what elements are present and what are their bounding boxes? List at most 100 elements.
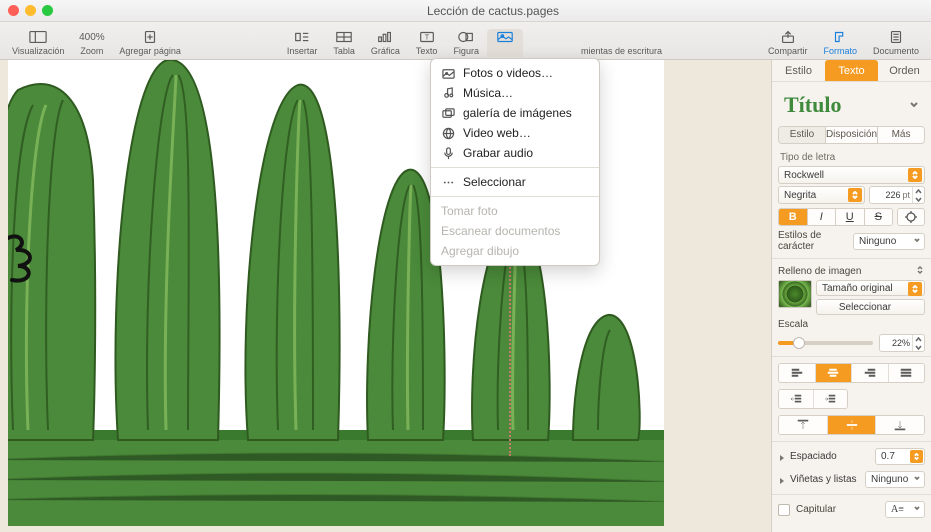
italic-button[interactable]: I xyxy=(807,209,836,225)
multimedia-dropdown-menu: Fotos o videos… Música… galería de imáge… xyxy=(430,58,600,266)
toolbar-herramientas-escritura[interactable]: mientas de escritura xyxy=(573,29,670,57)
subtab-mas[interactable]: Más xyxy=(877,127,924,143)
menu-item-escanear: Escanear documentos xyxy=(431,221,599,241)
menu-item-galeria[interactable]: galería de imágenes xyxy=(431,103,599,123)
toolbar-compartir[interactable]: Compartir xyxy=(760,29,816,57)
chevron-updown-icon[interactable] xyxy=(915,265,925,278)
zoom-window-button[interactable] xyxy=(42,5,53,16)
gallery-icon xyxy=(441,106,455,120)
menu-separator xyxy=(431,196,599,197)
font-style-segment: B I U S xyxy=(778,208,893,226)
align-right-button[interactable] xyxy=(851,364,888,382)
insert-icon xyxy=(292,29,312,45)
inspector-tabs: Estilo Texto Orden xyxy=(772,60,931,82)
chart-icon xyxy=(375,29,395,45)
minimize-window-button[interactable] xyxy=(25,5,36,16)
toolbar-label: Zoom xyxy=(80,46,103,56)
subtab-estilo[interactable]: Estilo xyxy=(779,127,825,143)
outdent-button[interactable] xyxy=(779,390,813,408)
chevron-down-icon xyxy=(913,474,921,485)
toolbar-texto[interactable]: T Texto xyxy=(408,29,446,57)
underline-button[interactable]: U xyxy=(835,209,864,225)
chevron-updown-icon xyxy=(908,282,922,296)
bullets-label: Viñetas y listas xyxy=(790,474,861,485)
fill-select-button[interactable]: Seleccionar xyxy=(816,299,925,315)
shape-icon xyxy=(456,29,476,45)
zoom-text-icon: 400% xyxy=(82,29,102,45)
inspector-tab-orden[interactable]: Orden xyxy=(878,60,931,81)
paragraph-style-selector[interactable]: Título xyxy=(776,86,927,124)
align-justify-button[interactable] xyxy=(888,364,925,382)
inspector-tab-estilo[interactable]: Estilo xyxy=(772,60,825,81)
dropcap-checkbox[interactable] xyxy=(778,504,790,516)
scale-stepper[interactable]: 22% xyxy=(879,334,925,352)
toolbar-documento[interactable]: Documento xyxy=(865,29,927,57)
format-brush-icon xyxy=(830,29,850,45)
close-window-button[interactable] xyxy=(8,5,19,16)
valign-top-button[interactable] xyxy=(779,416,827,434)
menu-item-fotos-videos[interactable]: Fotos o videos… xyxy=(431,63,599,83)
dropcap-style-select[interactable]: A≡ xyxy=(885,501,925,518)
font-family-select[interactable]: Rockwell xyxy=(778,166,925,184)
font-size-value: 226 xyxy=(870,190,902,200)
subtab-disposicion[interactable]: Disposición xyxy=(825,127,877,143)
menu-item-musica[interactable]: Música… xyxy=(431,83,599,103)
align-center-button[interactable] xyxy=(815,364,852,382)
advanced-font-button[interactable] xyxy=(897,208,925,226)
toolbar-visualizacion[interactable]: Visualización xyxy=(4,29,72,57)
chevron-updown-icon xyxy=(910,450,923,463)
triangle-right-icon xyxy=(778,476,786,484)
valign-bottom-button[interactable] xyxy=(875,416,924,434)
toolbar-tabla[interactable]: Tabla xyxy=(325,29,363,57)
menu-item-grabar-audio[interactable]: Grabar audio xyxy=(431,143,599,163)
bold-button[interactable]: B xyxy=(779,209,807,225)
dropcap-label: Capitular xyxy=(796,504,879,515)
fill-select-label: Seleccionar xyxy=(839,302,891,313)
menu-label: Video web… xyxy=(463,126,531,140)
toolbar-multimedia[interactable]: M xyxy=(487,29,523,57)
font-weight-select[interactable]: Negrita xyxy=(778,186,865,204)
table-icon xyxy=(334,29,354,45)
fill-mode-select[interactable]: Tamaño original xyxy=(816,280,925,296)
menu-label: Agregar dibujo xyxy=(441,244,519,258)
toolbar-formato[interactable]: Formato xyxy=(815,29,865,57)
toolbar-label: Figura xyxy=(453,46,479,56)
toolbar-insertar[interactable]: Insertar xyxy=(279,29,326,57)
toolbar-label: Gráfica xyxy=(371,46,400,56)
share-icon xyxy=(778,29,798,45)
toolbar-zoom[interactable]: 400% Zoom xyxy=(72,29,111,57)
font-size-stepper[interactable]: 226 pt xyxy=(869,186,925,204)
char-style-select[interactable]: Ninguno xyxy=(853,233,925,250)
chevron-down-icon xyxy=(913,504,921,515)
toolbar-label: mientas de escritura xyxy=(581,46,662,56)
menu-label: Seleccionar xyxy=(463,175,526,189)
menu-item-seleccionar[interactable]: Seleccionar xyxy=(431,172,599,192)
toolbar-label: Insertar xyxy=(287,46,318,56)
svg-text:T: T xyxy=(424,33,429,42)
strikethrough-button[interactable]: S xyxy=(864,209,893,225)
menu-label: Grabar audio xyxy=(463,146,533,160)
bullets-select[interactable]: Ninguno xyxy=(865,471,925,488)
align-left-button[interactable] xyxy=(779,364,815,382)
toolbar-figura[interactable]: Figura xyxy=(445,29,487,57)
inspector-tab-texto[interactable]: Texto xyxy=(825,60,878,81)
bullets-row[interactable]: Viñetas y listas Ninguno xyxy=(778,471,925,488)
spacing-row[interactable]: Espaciado 0.7 xyxy=(778,448,925,465)
stepper-arrows-icon xyxy=(912,187,924,203)
valign-middle-button[interactable] xyxy=(827,416,876,434)
font-family-value: Rockwell xyxy=(784,170,824,181)
canvas-right-gutter xyxy=(664,60,770,526)
scale-slider[interactable] xyxy=(778,341,873,345)
chevron-updown-icon xyxy=(908,168,922,182)
chevron-down-icon xyxy=(913,236,921,247)
menu-item-video-web[interactable]: Video web… xyxy=(431,123,599,143)
toolbar-agregar-pagina[interactable]: Agregar página xyxy=(111,29,189,57)
fill-image-thumb[interactable] xyxy=(778,280,812,308)
spacing-select[interactable]: 0.7 xyxy=(875,448,925,465)
spacing-value: 0.7 xyxy=(881,451,895,462)
music-icon xyxy=(441,86,455,100)
traffic-lights xyxy=(8,5,53,16)
toolbar-grafica[interactable]: Gráfica xyxy=(363,29,408,57)
indent-button[interactable] xyxy=(813,390,848,408)
toolbar-label: Compartir xyxy=(768,46,808,56)
